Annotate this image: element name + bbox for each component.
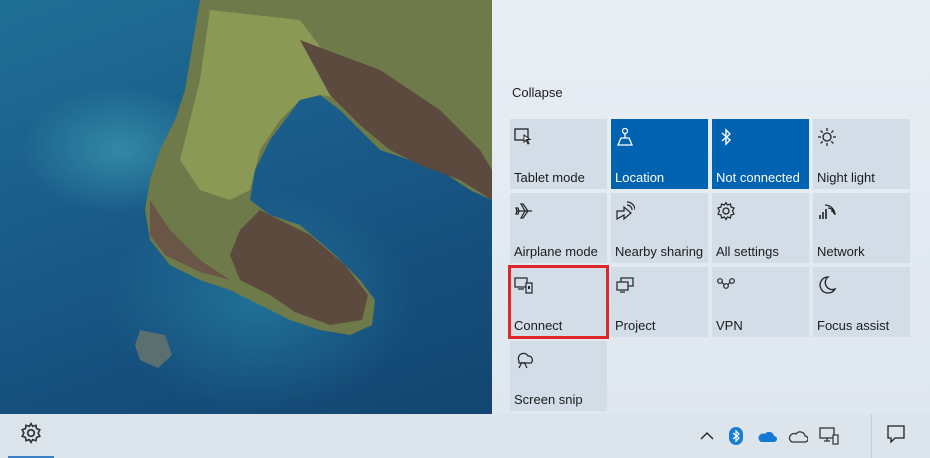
tile-network[interactable]: Network [813,193,910,263]
tile-airplane-mode[interactable]: Airplane mode [510,193,607,263]
onedrive-icon[interactable] [757,426,777,446]
action-center-icon [887,424,905,448]
tile-label: Connect [514,318,563,333]
tile-vpn[interactable]: VPN [712,267,809,337]
screen-snip-icon [514,349,534,369]
island-image [135,0,492,368]
tile-nearby-sharing[interactable]: Nearby sharing [611,193,708,263]
tile-all-settings[interactable]: All settings [712,193,809,263]
action-center-button[interactable] [871,414,920,458]
gear-icon [20,421,42,449]
location-icon [615,127,635,147]
tile-label: Location [615,170,665,185]
tile-label: Tablet mode [514,170,585,185]
project-icon [615,275,635,295]
onedrive-personal-icon[interactable] [788,426,808,446]
tile-night-light[interactable]: Night light [813,119,910,189]
night-light-icon [817,127,837,147]
vpn-icon [716,275,736,295]
taskbar-settings-button[interactable] [8,414,54,458]
tile-bluetooth[interactable]: Not connected [712,119,809,189]
network-icon[interactable] [819,426,839,446]
tile-project[interactable]: Project [611,267,708,337]
nearby-sharing-icon [615,201,636,221]
chevron-up-icon[interactable] [697,426,717,446]
tablet-mode-icon [514,127,534,147]
tile-tablet-mode[interactable]: Tablet mode [510,119,607,189]
tile-label: Network [817,244,865,259]
tile-focus-assist[interactable]: Focus assist [813,267,910,337]
tile-screen-snip[interactable]: Screen snip [510,341,607,411]
tile-label: Project [615,318,656,333]
action-center-panel: Collapse Tablet mode Location Not connec… [492,0,930,414]
network-icon [817,201,837,221]
bluetooth-icon[interactable] [726,426,746,446]
tile-connect[interactable]: Connect [508,265,609,339]
gear-icon [716,201,736,221]
desktop-wallpaper [0,0,492,414]
airplane-icon [514,201,534,221]
tile-label: Airplane mode [514,244,598,259]
connect-icon [514,275,534,295]
collapse-link[interactable]: Collapse [512,85,563,100]
taskbar [0,414,930,458]
tile-label: Night light [817,170,875,185]
moon-icon [817,275,837,295]
tile-label: Not connected [716,170,800,185]
bluetooth-icon [716,127,736,147]
tile-label: VPN [716,318,743,333]
tile-label: Nearby sharing [615,244,704,259]
tile-label: Focus assist [817,318,890,333]
tile-label: All settings [716,244,779,259]
tile-label: Screen snip [514,392,583,407]
tile-location[interactable]: Location [611,119,708,189]
